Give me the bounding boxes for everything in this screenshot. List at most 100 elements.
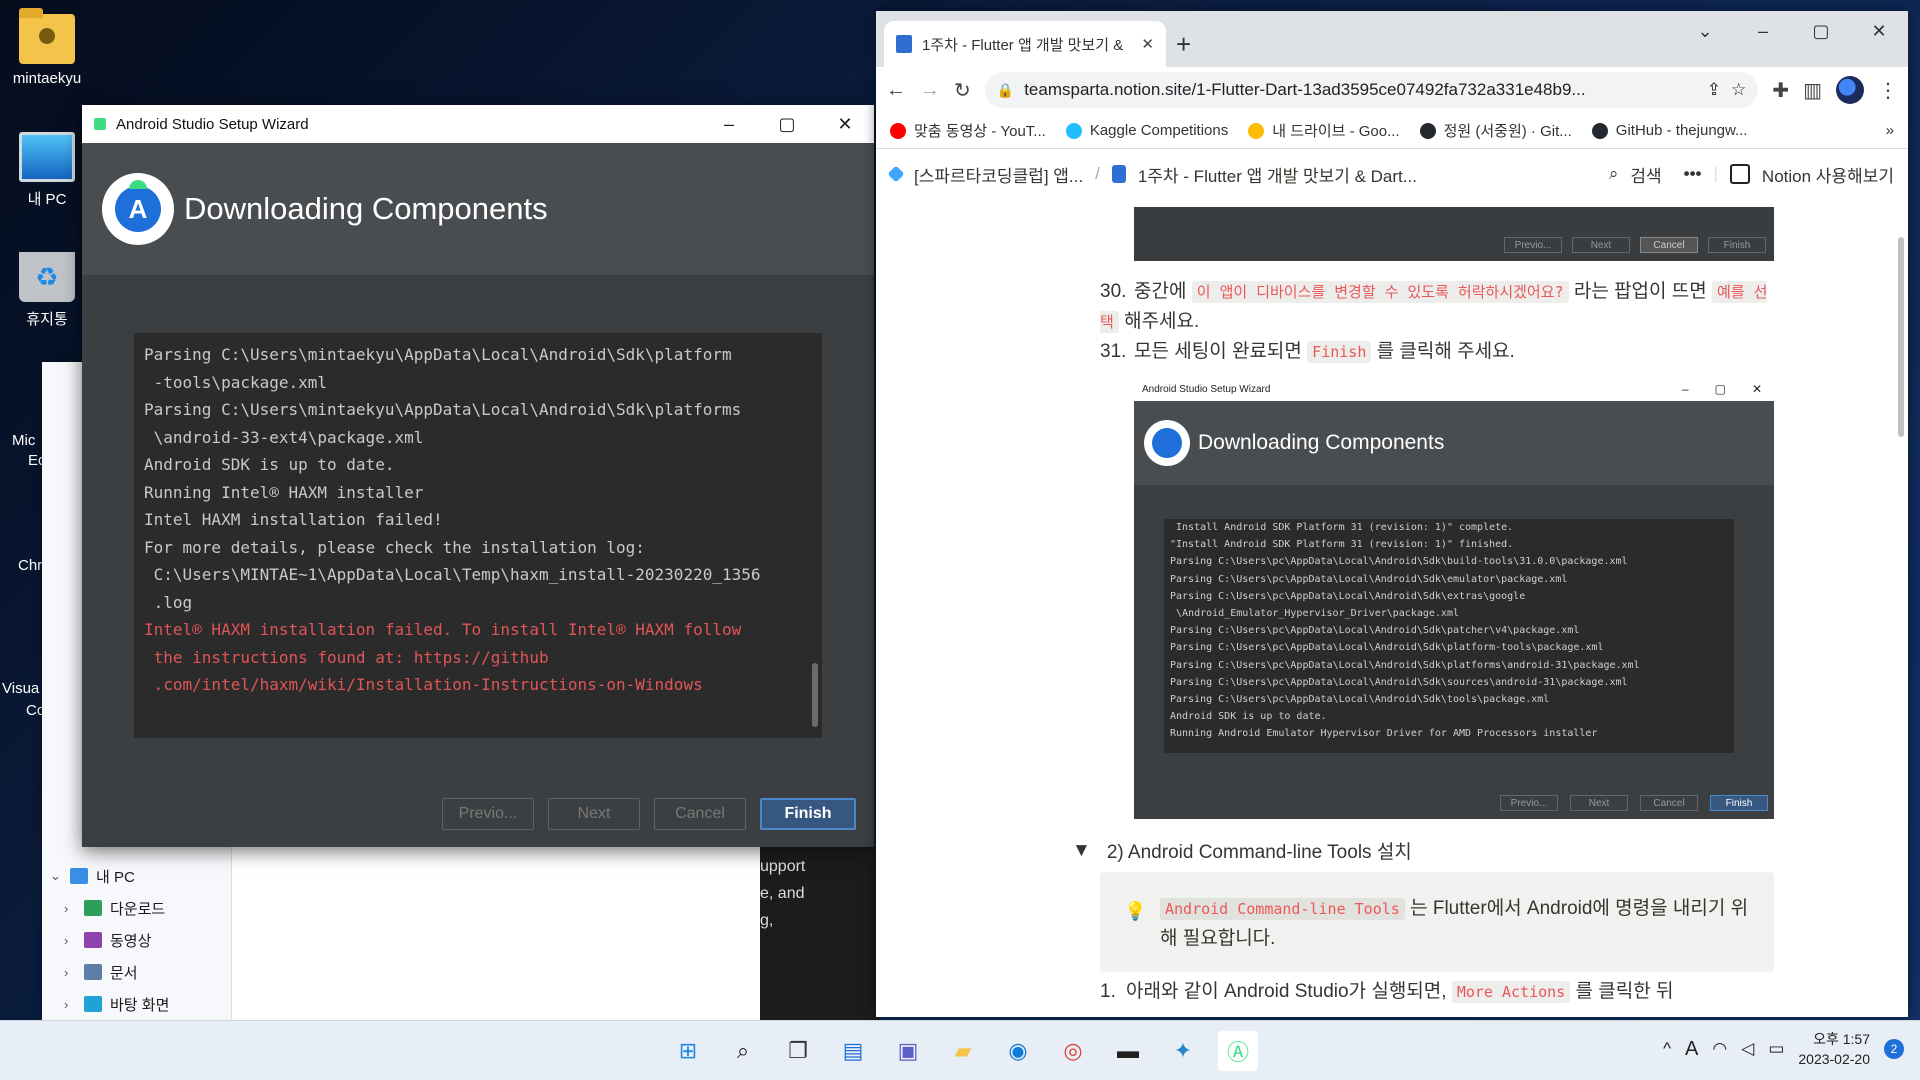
install-log-output[interactable]: Parsing C:\Users\mintaekyu\AppData\Local… [134, 333, 822, 738]
cancel-button[interactable]: Cancel [654, 798, 746, 830]
wizard-titlebar[interactable]: Android Studio Setup Wizard – ▢ ✕ [82, 105, 874, 143]
android-studio-button[interactable]: Ⓐ [1218, 1031, 1258, 1071]
breadcrumb-current[interactable]: 1주차 - Flutter 앱 개발 맛보기 & Dart... [1138, 162, 1417, 187]
tree-item-documents[interactable]: › 문서 [64, 956, 169, 988]
tree-item-videos[interactable]: › 동영상 [64, 924, 169, 956]
desktop-icon-user-folder[interactable]: mintaekyu [2, 8, 92, 87]
log-line: \android-33-ext4\package.xml [144, 427, 424, 447]
page-scrollbar[interactable] [1898, 237, 1904, 437]
minimize-button[interactable]: – [700, 114, 758, 135]
extensions-puzzle-icon[interactable]: ✚ [1772, 78, 1789, 103]
more-options-icon[interactable]: ••• [1684, 164, 1702, 184]
finish-button[interactable]: Finish [760, 798, 856, 830]
speaker-icon[interactable]: ◁ [1741, 1039, 1754, 1059]
bookmark-star-icon[interactable]: ☆ [1731, 80, 1746, 100]
task-view-button[interactable]: ❐ [778, 1031, 818, 1071]
screenshot-log-line: \Android_Emulator_Hypervisor_Driver\pack… [1170, 608, 1459, 620]
screenshot-log-line: Parsing C:\Users\pc\AppData\Local\Androi… [1170, 625, 1580, 637]
screenshot-minimize-icon: – [1681, 382, 1689, 396]
start-button[interactable]: ⊞ [668, 1031, 708, 1071]
vscode-button[interactable]: ✦ [1163, 1031, 1203, 1071]
video-icon [84, 932, 102, 948]
chevron-right-icon: › [64, 996, 69, 1012]
edge-button[interactable]: ◉ [998, 1031, 1038, 1071]
close-button[interactable]: ✕ [816, 114, 874, 135]
log-scrollbar[interactable] [812, 663, 818, 727]
breadcrumb-parent[interactable]: [스파르타코딩클럽] 앱... [914, 162, 1083, 187]
maximize-button[interactable]: ▢ [758, 114, 816, 135]
try-notion-link[interactable]: Notion 사용해보기 [1762, 162, 1894, 187]
kebab-menu-icon[interactable]: ⋮ [1878, 78, 1898, 103]
screenshot-window-title: Android Studio Setup Wizard [1142, 383, 1271, 395]
wifi-icon[interactable]: ◠ [1712, 1039, 1727, 1059]
toggle-arrow-icon[interactable]: ▼ [1072, 840, 1091, 862]
tree-item-desktop[interactable]: › 바탕 화면 [64, 988, 169, 1020]
log-line: Parsing C:\Users\mintaekyu\AppData\Local… [144, 345, 732, 364]
bookmark-item[interactable]: Kaggle Competitions [1065, 122, 1228, 139]
log-line: Android SDK is up to date. [144, 455, 395, 474]
minimize-button[interactable]: – [1734, 21, 1792, 42]
screenshot-log: Install Android SDK Platform 31 (revisio… [1164, 519, 1734, 753]
battery-icon[interactable]: ▭ [1768, 1039, 1784, 1059]
more-bookmarks-icon[interactable]: » [1886, 122, 1894, 139]
tab-search-icon[interactable]: ⌄ [1676, 21, 1734, 42]
back-arrow-icon[interactable]: ← [886, 79, 906, 102]
side-panel-icon[interactable]: ▥ [1803, 78, 1822, 103]
bookmark-item[interactable]: 맞춤 동영상 - YouT... [890, 120, 1046, 141]
widgets-button[interactable]: ▤ [833, 1031, 873, 1071]
chrome-button[interactable]: ◎ [1053, 1031, 1093, 1071]
dark-pane-text: g, [760, 912, 774, 929]
clock[interactable]: 오후 1:57 2023-02-20 [1798, 1029, 1870, 1069]
tree-item-my-pc[interactable]: ⌄ 내 PC [50, 860, 169, 892]
android-studio-logo-icon [1144, 420, 1190, 466]
chevron-right-icon: › [64, 900, 69, 916]
address-bar[interactable]: 🔒 teamsparta.notion.site/1-Flutter-Dart-… [984, 72, 1759, 108]
search-icon[interactable]: ⌕ [1609, 164, 1619, 184]
tray-overflow-chevron-icon[interactable]: ^ [1663, 1039, 1671, 1059]
search-button[interactable]: ⌕ [723, 1031, 763, 1071]
desktop-partial-label: Mic [12, 432, 36, 449]
new-tab-button[interactable]: + [1176, 29, 1191, 60]
bookmark-label: 내 드라이브 - Goo... [1272, 123, 1400, 140]
android-studio-logo-icon [102, 173, 174, 245]
bookmark-item[interactable]: 내 드라이브 - Goo... [1248, 120, 1400, 141]
desktop-icon-recycle-bin[interactable]: 휴지통 [2, 252, 92, 329]
url-text[interactable]: teamsparta.notion.site/1-Flutter-Dart-13… [1024, 80, 1697, 100]
previous-button[interactable]: Previo... [442, 798, 534, 830]
close-tab-icon[interactable]: ✕ [1141, 35, 1154, 53]
step-text: 를 클릭한 뒤 [1570, 981, 1674, 1002]
terminal-button[interactable]: ▬ [1108, 1031, 1148, 1071]
tree-item-downloads[interactable]: › 다운로드 [64, 892, 169, 924]
tree-item-label: 다운로드 [110, 900, 166, 918]
bookmark-item[interactable]: GitHub - thejungw... [1591, 122, 1748, 139]
breadcrumb-separator: / [1095, 164, 1100, 183]
bookmark-item[interactable]: 정원 (서중원) · Git... [1419, 120, 1572, 141]
screenshot-log-line: Parsing C:\Users\pc\AppData\Local\Androi… [1170, 676, 1628, 688]
maximize-button[interactable]: ▢ [1792, 21, 1850, 42]
tab-title: 1주차 - Flutter 앱 개발 맛보기 & [922, 36, 1124, 54]
bookmark-favicon-icon [1065, 122, 1082, 139]
forward-arrow-icon[interactable]: → [920, 79, 940, 102]
desktop-icon-my-pc[interactable]: 내 PC [2, 132, 92, 209]
log-line: Intel HAXM installation failed! [144, 510, 443, 529]
search-label[interactable]: 검색 [1630, 162, 1661, 187]
reload-icon[interactable]: ↻ [954, 78, 971, 103]
teams-chat-button[interactable]: ▣ [888, 1031, 928, 1071]
notion-page-content[interactable]: Previo... Next Cancel Finish 30. 중간에 이 앱이… [876, 207, 1908, 1017]
toggle-heading-command-line-tools[interactable]: ▼ 2) Android Command-line Tools 설치 [1072, 837, 1412, 864]
next-button[interactable]: Next [548, 798, 640, 830]
share-icon[interactable]: ⇪ [1707, 80, 1721, 100]
notion-topbar: [스파르타코딩클럽] 앱... / 1주차 - Flutter 앱 개발 맛보기… [876, 149, 1908, 199]
screenshot-next-button: Next [1570, 795, 1628, 811]
browser-tab-active[interactable]: 1주차 - Flutter 앱 개발 맛보기 & ✕ [884, 21, 1166, 67]
taskbar-apps: ⊞ ⌕ ❐ ▤ ▣ ▰ ◉ ◎ ▬ ✦ Ⓐ [668, 1031, 1258, 1071]
profile-avatar[interactable] [1836, 76, 1864, 104]
log-line: Running Intel® HAXM installer [144, 482, 424, 502]
file-explorer-button[interactable]: ▰ [943, 1031, 983, 1071]
input-method-indicator[interactable]: A [1685, 1038, 1698, 1061]
notification-badge[interactable]: 2 [1884, 1039, 1904, 1059]
log-line: .log [144, 592, 193, 612]
close-button[interactable]: ✕ [1850, 21, 1908, 42]
screenshot-previous-button: Previo... [1504, 237, 1562, 253]
toggle-heading-text: 2) Android Command-line Tools 설치 [1106, 842, 1412, 863]
